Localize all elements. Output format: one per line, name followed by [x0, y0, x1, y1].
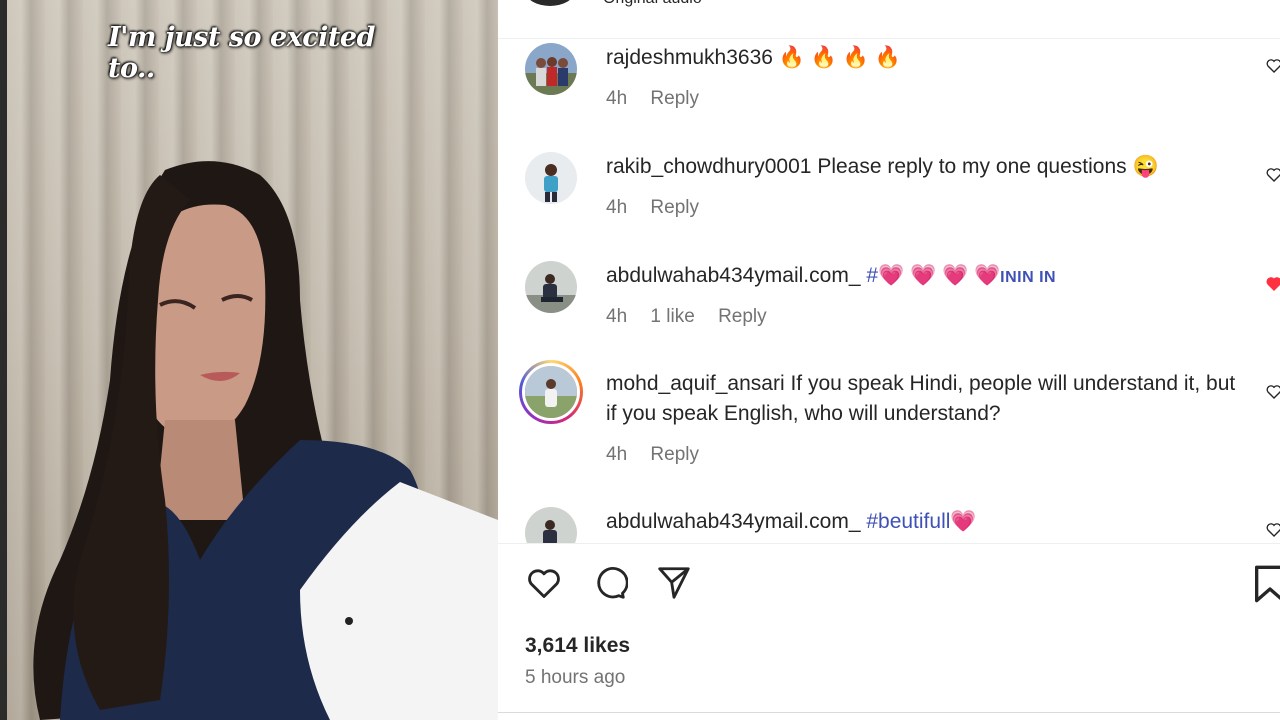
comment-body: rajdeshmukh3636 🔥 🔥 🔥 🔥 — [606, 43, 1246, 73]
avatar-image — [525, 261, 577, 313]
video-caption: I'm just so excited to.. — [108, 22, 375, 84]
like-comment-icon[interactable] — [1266, 384, 1280, 400]
like-comment-icon[interactable] — [1266, 58, 1280, 74]
comment-username[interactable]: abdulwahab434ymail.com_ — [606, 510, 861, 533]
like-comment-icon[interactable] — [1266, 522, 1280, 538]
avatar[interactable] — [525, 261, 577, 313]
comment-tag-suffix: ININ IN — [1000, 269, 1057, 286]
comment-item: abdulwahab434ymail.com_ #beutifull💗 — [498, 504, 1280, 543]
avatar-image — [525, 43, 577, 95]
reply-button[interactable]: Reply — [650, 88, 699, 109]
reply-button[interactable]: Reply — [650, 444, 699, 465]
comment-likes[interactable]: 1 like — [650, 306, 694, 327]
comment-body: mohd_aquif_ansari If you speak Hindi, pe… — [606, 369, 1246, 429]
hashtag-link[interactable]: # — [866, 264, 878, 287]
comment-text: 🔥 🔥 🔥 🔥 — [778, 46, 901, 69]
reel-video[interactable]: I'm just so excited to.. — [0, 0, 498, 720]
comment-meta: 4h Reply — [606, 88, 717, 110]
post-time[interactable]: 5 hours ago — [525, 667, 625, 689]
comment-time[interactable]: 4h — [606, 444, 627, 465]
author-avatar[interactable] — [526, 0, 574, 6]
post-action-bar — [498, 562, 1280, 608]
avatar[interactable] — [525, 152, 577, 204]
comment-time[interactable]: 4h — [606, 197, 627, 218]
like-icon[interactable] — [525, 564, 563, 602]
comment-text: 💗 💗 💗 💗 — [878, 264, 1001, 287]
avatar-image — [525, 366, 577, 418]
divider — [498, 712, 1280, 713]
reply-button[interactable]: Reply — [718, 306, 767, 327]
comment-text: Please reply to my one questions 😜 — [817, 155, 1159, 178]
comment-body: rakib_chowdhury0001 Please reply to my o… — [606, 152, 1246, 182]
avatar-image — [525, 152, 577, 204]
comment-body: abdulwahab434ymail.com_ #💗 💗 💗 💗ININ IN — [606, 261, 1246, 293]
avatar-with-story-ring[interactable] — [519, 360, 583, 424]
avatar[interactable] — [525, 43, 577, 95]
comments-panel: Original audio rajdeshmukh3636 🔥 🔥 🔥 🔥 4… — [498, 0, 1280, 720]
hashtag-link[interactable]: #beutifull — [866, 510, 950, 533]
comment-meta: 4h Reply — [606, 444, 717, 466]
comment-time[interactable]: 4h — [606, 306, 627, 327]
woman-figure — [33, 161, 498, 720]
comment-meta: 4h Reply — [606, 197, 717, 219]
divider — [498, 543, 1280, 544]
audio-label[interactable]: Original audio — [603, 0, 702, 8]
comment-time[interactable]: 4h — [606, 88, 627, 109]
liked-heart-icon[interactable] — [1266, 276, 1280, 292]
comment-icon[interactable] — [590, 564, 628, 602]
save-bookmark-icon[interactable] — [1253, 564, 1280, 604]
share-icon[interactable] — [655, 564, 693, 602]
comment-text: 💗 — [950, 510, 977, 533]
avatar-image — [525, 507, 577, 543]
comment-username[interactable]: rajdeshmukh3636 — [606, 46, 773, 69]
comment-body: abdulwahab434ymail.com_ #beutifull💗 — [606, 507, 1246, 537]
comment-username[interactable]: abdulwahab434ymail.com_ — [606, 264, 861, 287]
likes-count[interactable]: 3,614 likes — [525, 634, 630, 658]
comment-meta: 4h 1 like Reply — [606, 306, 785, 328]
comment-username[interactable]: mohd_aquif_ansari — [606, 372, 785, 395]
reply-button[interactable]: Reply — [650, 197, 699, 218]
like-comment-icon[interactable] — [1266, 167, 1280, 183]
post-header: Original audio — [498, 0, 1280, 39]
avatar[interactable] — [525, 507, 577, 543]
comment-username[interactable]: rakib_chowdhury0001 — [606, 155, 811, 178]
